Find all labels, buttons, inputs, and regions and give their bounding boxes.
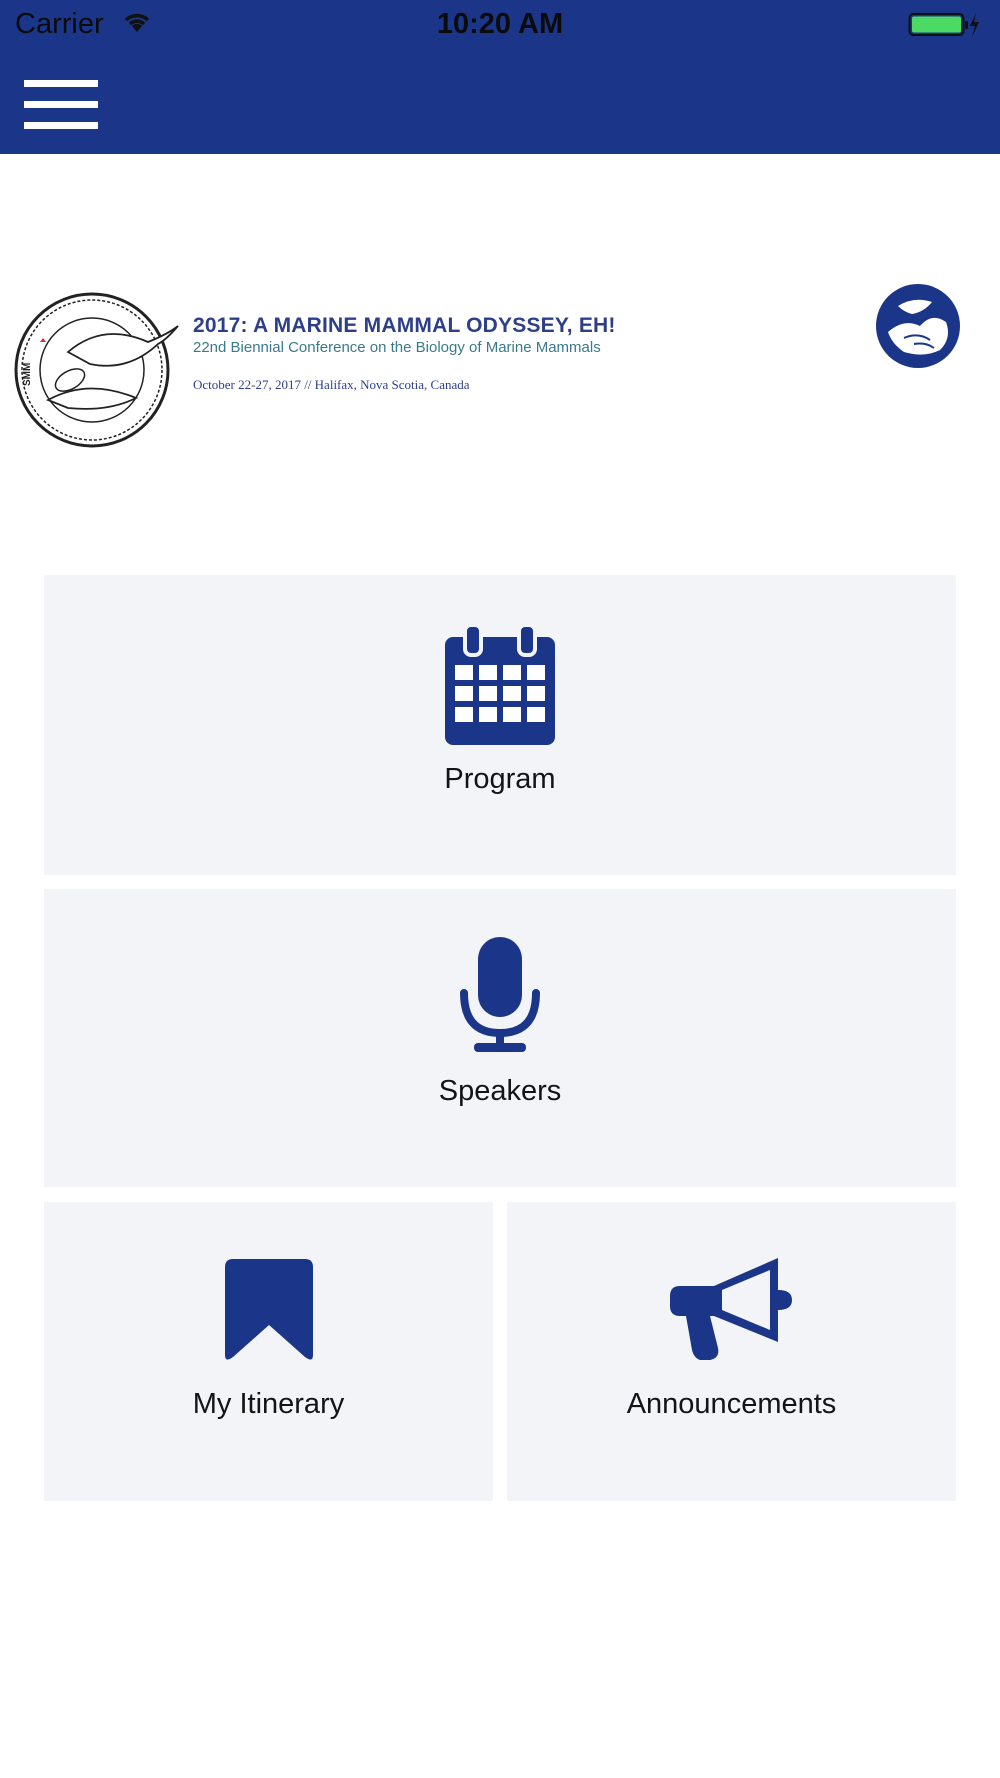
program-tile[interactable]: Program bbox=[44, 575, 956, 875]
itinerary-label: My Itinerary bbox=[192, 1388, 345, 1420]
announcements-label: Announcements bbox=[626, 1388, 837, 1420]
banner-dates: October 22-27, 2017 // Halifax, Nova Sco… bbox=[193, 377, 470, 392]
itinerary-tile[interactable]: My Itinerary bbox=[44, 1202, 493, 1501]
speakers-label: Speakers bbox=[438, 1075, 562, 1107]
megaphone-icon bbox=[669, 1258, 792, 1360]
society-globe-logo bbox=[876, 284, 960, 368]
banner-subtitle: 22nd Biennial Conference on the Biology … bbox=[193, 339, 601, 356]
calendar-icon bbox=[445, 623, 555, 745]
microphone-icon bbox=[460, 937, 540, 1052]
nav-bar bbox=[0, 50, 1000, 154]
speakers-tile[interactable]: Speakers bbox=[44, 889, 956, 1187]
conference-banner: SMM 2017: A MARINE MAMMAL ODYSSEY, EH! 2… bbox=[0, 270, 1000, 450]
status-bar: Carrier 10:20 AM bbox=[0, 0, 1000, 50]
program-label: Program bbox=[444, 763, 556, 795]
conference-seal-logo: SMM bbox=[14, 292, 179, 448]
hamburger-menu-icon[interactable] bbox=[24, 80, 98, 130]
battery-icon bbox=[908, 13, 979, 37]
banner-title: 2017: A MARINE MAMMAL ODYSSEY, EH! bbox=[193, 314, 616, 337]
svg-text:SMM: SMM bbox=[22, 363, 33, 386]
bookmark-icon bbox=[224, 1259, 313, 1360]
announcements-tile[interactable]: Announcements bbox=[507, 1202, 956, 1501]
status-time: 10:20 AM bbox=[436, 8, 564, 40]
